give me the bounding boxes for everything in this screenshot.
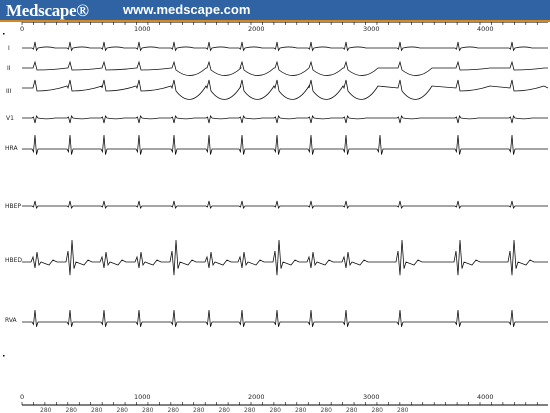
waveform-lead-iii	[22, 79, 549, 100]
waveform-lead-hbed	[22, 239, 548, 276]
lead-label-iii: III	[6, 88, 12, 95]
top-axis-label-3000: 3000	[363, 25, 380, 33]
bottom-axis-label-3000: 3000	[363, 393, 380, 401]
interval-label: 280	[91, 407, 103, 413]
interval-label: 280	[346, 407, 358, 413]
waveforms	[22, 41, 549, 327]
interval-label: 280	[66, 407, 78, 413]
lead-label-i: I	[8, 45, 10, 52]
interval-label: 280	[219, 407, 231, 413]
lead-label-hbep: HBEP	[5, 203, 21, 210]
interval-label: 280	[142, 407, 154, 413]
lead-label-ii: II	[7, 65, 11, 72]
waveform-lead-ii	[22, 60, 548, 76]
waveform-lead-hra	[22, 134, 548, 155]
lead-label-rva: RVA	[5, 317, 18, 324]
top-axis-label-4000: 4000	[477, 25, 494, 33]
site-url[interactable]: www.medscape.com	[123, 2, 250, 17]
lead-label-v1: V1	[6, 115, 14, 122]
interval-label: 280	[244, 407, 256, 413]
interval-label: 280	[397, 407, 409, 413]
waveform-lead-i	[22, 41, 548, 52]
bottom-axis-label-2000: 2000	[248, 393, 265, 401]
bottom-axis-label-4000: 4000	[477, 393, 494, 401]
waveform-lead-v1	[22, 115, 548, 124]
interval-label: 280	[270, 407, 282, 413]
waveform-lead-hbep	[22, 200, 548, 209]
bottom-time-axis: 0 1000 2000 3000 4000 280 280 280 280 280 280…	[20, 393, 548, 413]
interval-labels: 280 280 280 280 280 280 280 280 280 280 280 280 280 2…	[40, 407, 409, 413]
lead-label-hra: HRA	[5, 145, 18, 152]
interval-label: 280	[193, 407, 205, 413]
interval-label: 280	[168, 407, 180, 413]
interval-label: 280	[117, 407, 129, 413]
top-axis-label-0: 0	[20, 25, 24, 33]
interval-label: 280	[295, 407, 307, 413]
bottom-axis-label-0: 0	[20, 393, 24, 401]
top-axis-label-2000: 2000	[248, 25, 265, 33]
top-time-axis: 0 1000 2000 3000 4000	[20, 22, 548, 33]
top-axis-label-1000: 1000	[134, 25, 151, 33]
bottom-axis-label-1000: 1000	[134, 393, 151, 401]
lead-label-hbed: HBED	[5, 257, 22, 264]
medscape-logo[interactable]: Medscape®	[6, 1, 89, 21]
lead-labels: I II III V1 HRA HBEP HBED RVA	[5, 45, 22, 324]
electrogram-tracing: 0 1000 2000 3000 4000 I II III V1 HRA HB…	[3, 22, 549, 413]
interval-label: 280	[321, 407, 333, 413]
medscape-header: Medscape® www.medscape.com	[0, 0, 550, 22]
interval-label: 280	[372, 407, 384, 413]
waveform-lead-rva	[22, 309, 548, 327]
interval-label: 280	[40, 407, 52, 413]
margin-marks	[3, 33, 5, 357]
